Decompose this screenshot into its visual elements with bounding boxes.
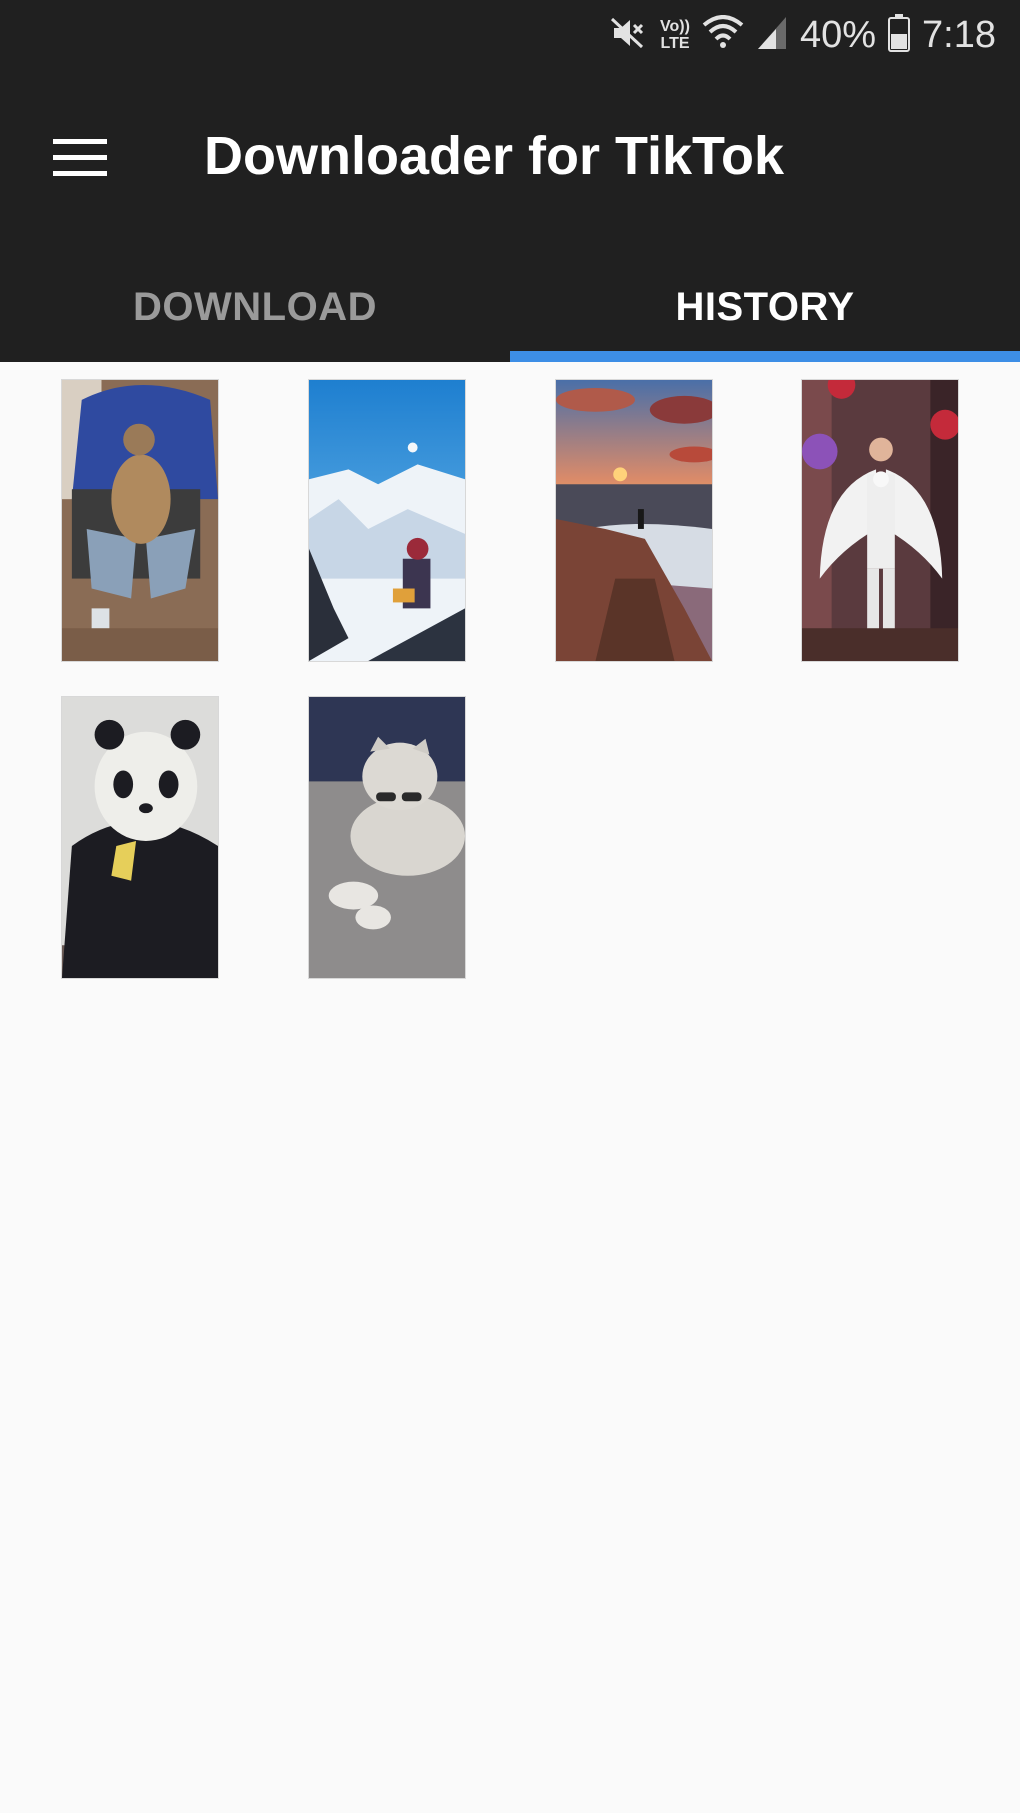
mute-icon	[608, 13, 648, 58]
hamburger-menu-icon	[53, 138, 107, 182]
app-bar: Downloader for TikTok DOWNLOAD HISTORY	[0, 70, 1020, 362]
hamburger-menu-button[interactable]	[40, 120, 120, 200]
history-thumbnail[interactable]: angel	[801, 379, 959, 662]
thumbnail-angel-image	[802, 380, 958, 661]
status-bar: Vo)) LTE 40% 7:18	[0, 0, 1020, 70]
history-thumbnail[interactable]: panda	[61, 696, 219, 979]
history-thumbnail[interactable]: mountain	[308, 379, 466, 662]
wifi-icon	[702, 14, 744, 56]
thumbnail-mountain-image	[309, 380, 465, 661]
battery-percent: 40%	[799, 13, 877, 56]
history-thumbnail[interactable]: cat-sunglasses	[308, 696, 466, 979]
battery-icon	[888, 13, 911, 57]
app-title: Downloader for TikTok	[204, 126, 785, 186]
thumbnail-sunset-image	[556, 380, 712, 661]
history-thumbnail[interactable]: sunset	[555, 379, 713, 662]
thumbnail-panda-image	[62, 697, 218, 978]
tab-download[interactable]: DOWNLOAD	[0, 252, 510, 362]
signal-icon	[756, 15, 788, 56]
history-thumbnail[interactable]: cat	[61, 379, 219, 662]
volte-icon: Vo)) LTE	[660, 18, 690, 52]
tab-indicator	[510, 351, 1020, 362]
thumbnail-cat-image	[62, 380, 218, 661]
tab-history[interactable]: HISTORY	[510, 252, 1020, 362]
clock: 7:18	[922, 13, 996, 56]
status-icons: Vo)) LTE 40% 7:18	[608, 12, 996, 58]
thumbnail-cat-sunglasses-image	[309, 697, 465, 978]
